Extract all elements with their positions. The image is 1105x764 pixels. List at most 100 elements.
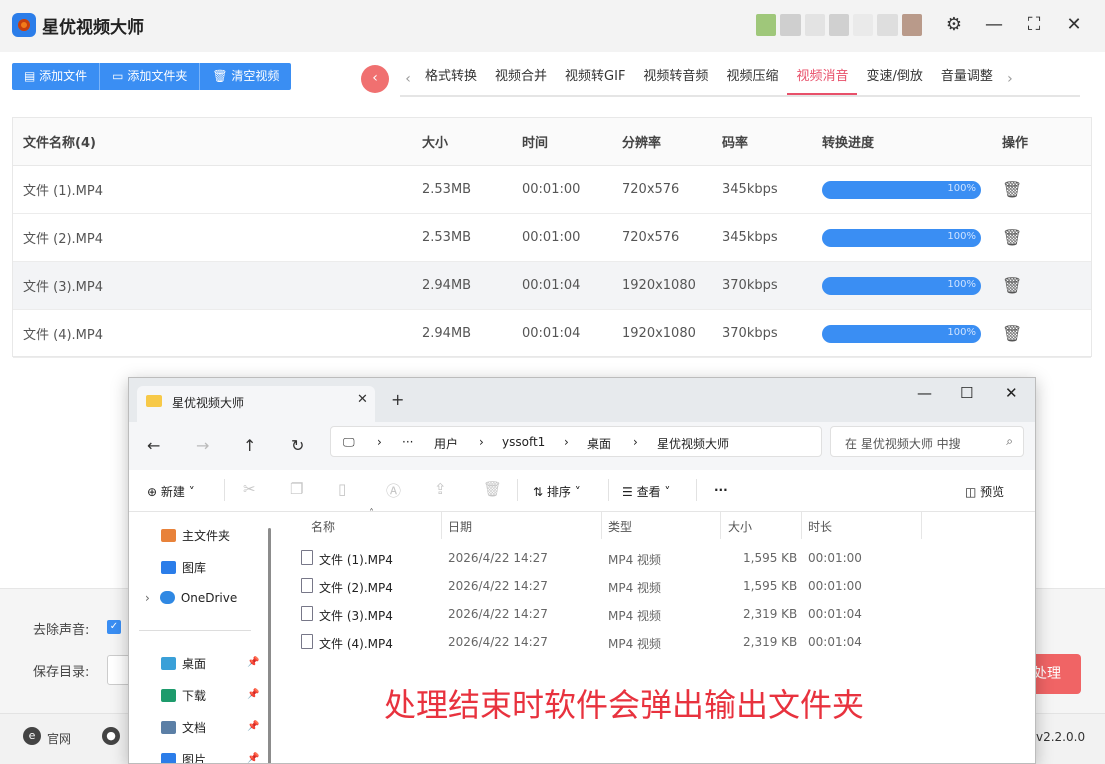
version-label: v2.2.0.0: [1036, 730, 1086, 744]
sort-ascending-icon: ˄: [369, 508, 374, 519]
sidebar-scrollbar[interactable]: [268, 528, 271, 763]
file-duration: 00:01:00: [808, 551, 862, 565]
computer-icon: 🖵: [343, 435, 355, 449]
col-bitrate: 码率: [722, 136, 749, 151]
file-explorer-window: 星优视频大师 ✕ + — ☐ ✕ ← → ↑ ↻ 🖵 › ··· 用户 › ys…: [128, 377, 1036, 764]
tab-close-icon[interactable]: ✕: [357, 392, 368, 407]
add-folder-button[interactable]: ▭ 添加文件夹: [100, 63, 201, 90]
preview-button[interactable]: ◫ 预览: [965, 483, 1004, 500]
paste-icon[interactable]: ▯: [338, 480, 346, 498]
pin-icon[interactable]: 📌: [247, 721, 259, 732]
pin-icon[interactable]: 📌: [247, 657, 259, 668]
tab-speed-reverse[interactable]: 变速/倒放: [857, 63, 931, 95]
file-name: 文件 (2).MP4: [319, 581, 393, 595]
column-name[interactable]: 名称: [311, 518, 335, 535]
breadcrumb-users[interactable]: 用户: [434, 435, 458, 452]
minimize-icon[interactable]: —: [982, 13, 1006, 37]
explorer-tab[interactable]: 星优视频大师 ✕: [137, 386, 375, 422]
pin-icon[interactable]: 📌: [247, 753, 259, 763]
file-row[interactable]: 文件 (2).MP4 2026/4/22 14:27 MP4 视频 1,595 …: [277, 572, 1035, 600]
back-arrow-icon[interactable]: ←: [147, 436, 160, 455]
maximize-icon[interactable]: ⛶: [1022, 13, 1046, 37]
delete-icon[interactable]: 🗑: [483, 480, 502, 498]
sidebar-item-onedrive[interactable]: › OneDrive: [145, 591, 237, 605]
website-icon[interactable]: e: [23, 727, 41, 745]
explorer-minimize-icon[interactable]: —: [917, 384, 932, 402]
file-row[interactable]: 文件 (1).MP4 2026/4/22 14:27 MP4 视频 1,595 …: [277, 544, 1035, 572]
settings-icon[interactable]: ⚙: [942, 13, 966, 37]
breadcrumb-desktop[interactable]: 桌面: [587, 435, 611, 452]
table-row[interactable]: 文件 (2).MP4 2.53MB 00:01:00 720x576 345kb…: [13, 214, 1091, 262]
row-bitrate: 370kbps: [722, 278, 778, 293]
up-arrow-icon[interactable]: ↑: [243, 436, 256, 455]
column-duration[interactable]: 时长: [808, 518, 832, 535]
add-file-button[interactable]: ▤ 添加文件: [12, 63, 101, 90]
tab-video-to-gif[interactable]: 视频转GIF: [556, 63, 634, 95]
close-icon[interactable]: ✕: [1062, 13, 1086, 37]
file-size: 1,595 KB: [743, 551, 798, 565]
sidebar-label: 下载: [182, 689, 207, 703]
sidebar-item-home[interactable]: 主文件夹: [161, 527, 230, 544]
breadcrumb-user[interactable]: yssoft1: [502, 435, 545, 449]
delete-icon[interactable]: 🗑: [1002, 180, 1022, 199]
forward-arrow-icon[interactable]: →: [196, 436, 209, 455]
delete-icon[interactable]: 🗑: [1002, 228, 1022, 247]
sidebar-item-documents[interactable]: 文档: [161, 719, 206, 736]
breadcrumb-more[interactable]: ···: [402, 435, 413, 449]
column-size[interactable]: 大小: [728, 518, 752, 535]
breadcrumb-sep-icon: ›: [377, 435, 382, 449]
more-options-icon[interactable]: ···: [714, 483, 728, 497]
file-row[interactable]: 文件 (3).MP4 2026/4/22 14:27 MP4 视频 2,319 …: [277, 600, 1035, 628]
sidebar-item-pictures[interactable]: 图片: [161, 751, 206, 763]
explorer-maximize-icon[interactable]: ☐: [960, 384, 973, 402]
remove-sound-checkbox[interactable]: ✓: [107, 620, 121, 634]
row-time: 00:01:04: [522, 278, 581, 293]
command-bar: ⊕ 新建 ˅ ✂ ❐ ▯ Ⓐ ⇪ 🗑 ⇅ 排序 ˅ ☰ 查看 ˅ ··· ◫ 预…: [129, 470, 1035, 512]
new-button[interactable]: ⊕ 新建 ˅: [147, 483, 195, 500]
cut-icon[interactable]: ✂: [243, 480, 256, 498]
website-link[interactable]: 官网: [47, 730, 71, 747]
tab-format-convert[interactable]: 格式转换: [416, 63, 486, 95]
explorer-close-icon[interactable]: ✕: [1005, 384, 1018, 402]
breadcrumb-folder[interactable]: 星优视频大师: [657, 435, 729, 452]
rename-icon[interactable]: Ⓐ: [386, 480, 401, 501]
column-type[interactable]: 类型: [608, 518, 632, 535]
refresh-icon[interactable]: ↻: [291, 436, 304, 455]
pin-icon[interactable]: 📌: [247, 689, 259, 700]
tab-video-to-audio[interactable]: 视频转音频: [634, 63, 717, 95]
tab-next-icon[interactable]: ›: [1002, 71, 1018, 87]
delete-icon[interactable]: 🗑: [1002, 276, 1022, 295]
clear-video-button[interactable]: 🗑 清空视频: [200, 63, 292, 90]
explorer-search-input[interactable]: 在 星优视频大师 中搜 ⌕: [830, 426, 1024, 457]
user-avatar-blurred[interactable]: [756, 14, 922, 36]
delete-icon[interactable]: 🗑: [1002, 324, 1022, 343]
expand-chevron-icon[interactable]: ›: [145, 591, 150, 605]
progress-label: 100%: [947, 230, 976, 242]
view-button[interactable]: ☰ 查看 ˅: [622, 483, 670, 500]
sidebar-item-desktop[interactable]: 桌面: [161, 655, 206, 672]
address-bar[interactable]: 🖵 › ··· 用户 › yssoft1 › 桌面 › 星优视频大师: [330, 426, 822, 457]
tab-video-merge[interactable]: 视频合并: [486, 63, 556, 95]
row-filename: 文件 (3).MP4: [23, 280, 104, 295]
sort-button[interactable]: ⇅ 排序 ˅: [533, 483, 581, 500]
tab-video-compress[interactable]: 视频压缩: [717, 63, 787, 95]
sidebar-item-gallery[interactable]: 图库: [161, 559, 206, 576]
column-date[interactable]: 日期: [448, 518, 472, 535]
row-size: 2.94MB: [422, 278, 472, 293]
chat-icon[interactable]: ●: [102, 727, 120, 745]
back-circle-icon[interactable]: ‹: [361, 65, 389, 93]
table-row[interactable]: 文件 (3).MP4 2.94MB 00:01:04 1920x1080 370…: [13, 262, 1091, 310]
tab-video-mute[interactable]: 视频消音: [787, 63, 858, 95]
new-tab-icon[interactable]: +: [391, 390, 404, 409]
row-size: 2.94MB: [422, 326, 472, 341]
copy-icon[interactable]: ❐: [290, 480, 303, 498]
sidebar-item-downloads[interactable]: 下载: [161, 687, 206, 704]
row-resolution: 720x576: [622, 230, 680, 245]
app-title: 星优视频大师: [42, 18, 144, 38]
table-row[interactable]: 文件 (1).MP4 2.53MB 00:01:00 720x576 345kb…: [13, 166, 1091, 214]
file-row[interactable]: 文件 (4).MP4 2026/4/22 14:27 MP4 视频 2,319 …: [277, 628, 1035, 656]
share-icon[interactable]: ⇪: [434, 480, 447, 498]
tab-volume-adjust[interactable]: 音量调整: [932, 63, 1002, 95]
table-row[interactable]: 文件 (4).MP4 2.94MB 00:01:04 1920x1080 370…: [13, 310, 1091, 358]
tab-prev-icon[interactable]: ‹: [400, 71, 416, 87]
